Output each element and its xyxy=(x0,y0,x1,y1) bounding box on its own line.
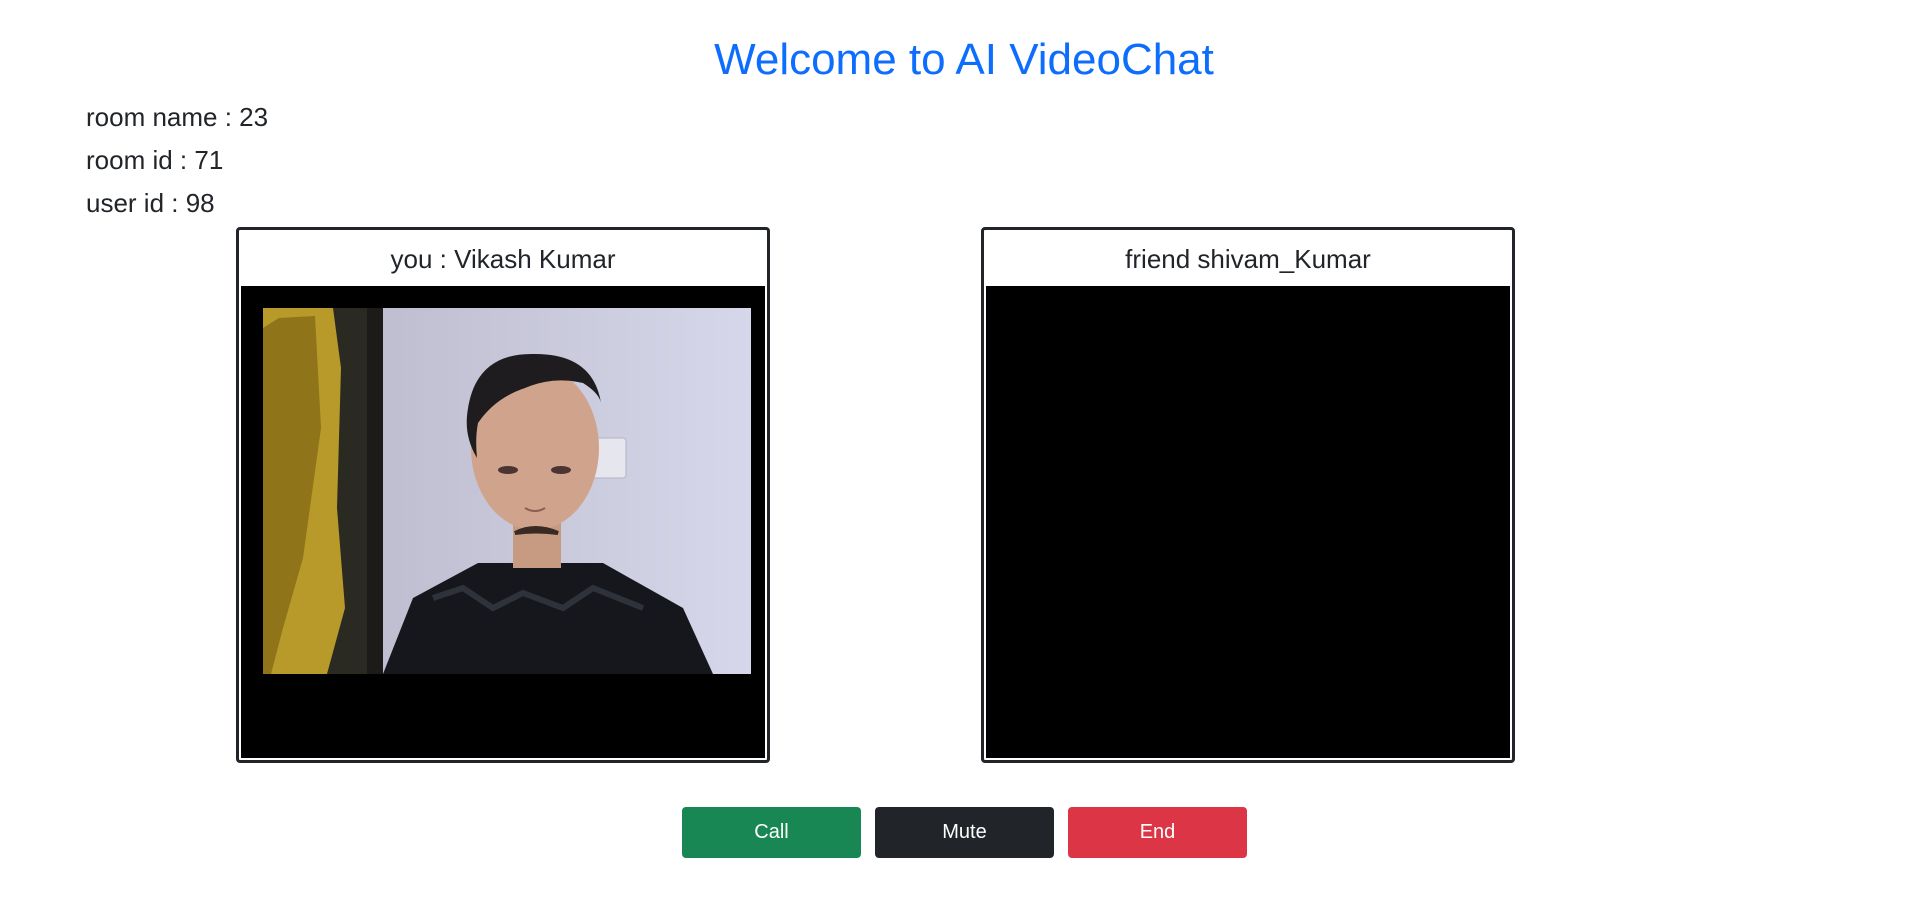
remote-video-label: friend shivam_Kumar xyxy=(986,232,1510,284)
webcam-image xyxy=(263,308,751,674)
remote-video-card: friend shivam_Kumar xyxy=(981,227,1515,763)
local-video xyxy=(241,286,765,758)
local-video-label: you : Vikash Kumar xyxy=(241,232,765,284)
room-info: room name : 23 room id : 71 user id : 98 xyxy=(86,96,268,225)
page-title: Welcome to AI VideoChat xyxy=(714,35,1214,84)
video-chat-page: Welcome to AI VideoChat room name : 23 r… xyxy=(0,0,1920,898)
local-video-feed xyxy=(263,308,751,674)
end-button[interactable]: End xyxy=(1068,807,1247,858)
remote-video xyxy=(986,286,1510,758)
room-name: room name : 23 xyxy=(86,102,269,132)
call-button[interactable]: Call xyxy=(682,807,861,858)
mute-button[interactable]: Mute xyxy=(875,807,1054,858)
local-video-card: you : Vikash Kumar xyxy=(236,227,770,763)
room-id: room id : 71 xyxy=(86,145,224,175)
call-controls: Call Mute End xyxy=(682,807,1247,858)
user-id: user id : 98 xyxy=(86,188,215,218)
